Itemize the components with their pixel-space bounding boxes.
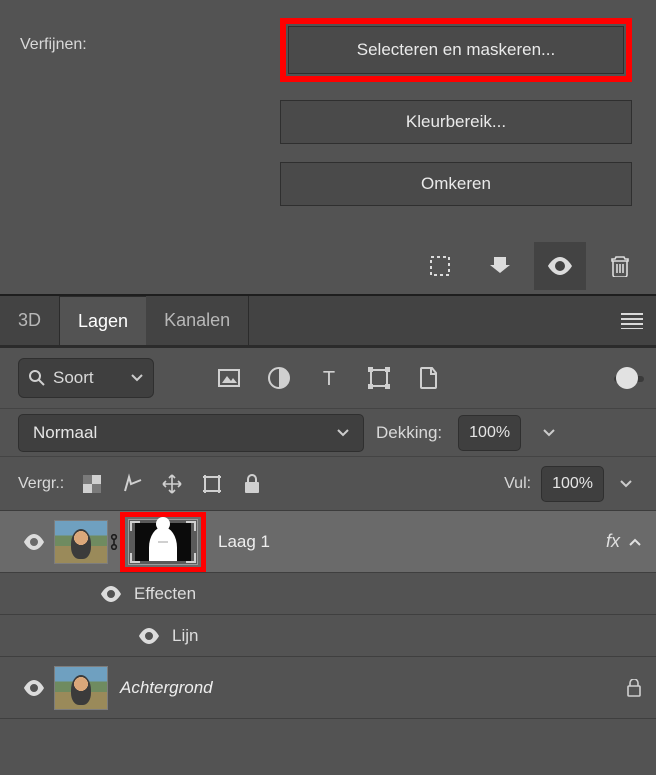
lock-row: Vergr.: Vul: 100% <box>0 456 656 510</box>
visibility-toggle[interactable] <box>138 628 160 644</box>
effects-row[interactable]: Effecten <box>0 573 656 615</box>
lock-label: Vergr.: <box>18 475 64 493</box>
layer-row-background[interactable]: Achtergrond <box>0 657 656 719</box>
layer-mask-highlight <box>120 512 206 572</box>
panel-tabs: 3D Lagen Kanalen <box>0 296 656 348</box>
filter-shape-icon[interactable] <box>366 365 392 391</box>
opacity-value[interactable]: 100% <box>458 415 521 451</box>
filter-smartobject-icon[interactable] <box>416 365 442 391</box>
filter-toggle-switch[interactable] <box>616 367 638 389</box>
filter-type-select[interactable]: Soort <box>18 358 154 398</box>
chevron-down-icon <box>131 373 143 383</box>
layers-list: Laag 1 fx Effecten Lijn Achtergrond <box>0 510 656 719</box>
layer-filter-row: Soort T <box>0 348 656 408</box>
delete-mask-icon[interactable] <box>594 242 646 290</box>
select-and-mask-highlight: Selecteren en maskeren... <box>280 18 632 82</box>
visibility-toggle[interactable] <box>14 534 54 550</box>
lock-position-icon[interactable] <box>160 472 184 496</box>
panel-menu-icon[interactable] <box>608 296 656 345</box>
fill-label[interactable]: Vul: <box>504 475 531 493</box>
effects-label: Effecten <box>134 584 196 604</box>
disable-mask-icon[interactable] <box>534 242 586 290</box>
refine-section: Verfijnen: Selecteren en maskeren... Kle… <box>0 0 656 224</box>
layer-mask-thumbnail[interactable] <box>128 519 198 565</box>
fill-chevron[interactable] <box>614 466 638 502</box>
layer-row-layer1[interactable]: Laag 1 fx <box>0 511 656 573</box>
visibility-toggle[interactable] <box>100 586 122 602</box>
filter-pixel-icon[interactable] <box>216 365 242 391</box>
filter-adjustment-icon[interactable] <box>266 365 292 391</box>
expand-effects-icon[interactable] <box>628 536 642 548</box>
svg-text:T: T <box>323 368 335 388</box>
layer-thumbnail[interactable] <box>54 666 108 710</box>
layer-thumbnail[interactable] <box>54 520 108 564</box>
load-selection-icon[interactable] <box>414 242 466 290</box>
visibility-toggle[interactable] <box>14 680 54 696</box>
lock-transparency-icon[interactable] <box>80 472 104 496</box>
opacity-chevron[interactable] <box>537 415 561 451</box>
filter-type-label: Soort <box>53 368 94 388</box>
invert-button[interactable]: Omkeren <box>280 162 632 206</box>
layer-name[interactable]: Achtergrond <box>120 678 626 698</box>
blend-mode-select[interactable]: Normaal <box>18 414 364 452</box>
lock-artboard-icon[interactable] <box>200 472 224 496</box>
mask-action-row <box>0 238 656 294</box>
opacity-label[interactable]: Dekking: <box>376 423 442 443</box>
chevron-down-icon <box>337 428 349 438</box>
tab-channels[interactable]: Kanalen <box>146 296 249 345</box>
effect-line-label: Lijn <box>172 626 198 646</box>
lock-all-icon[interactable] <box>240 472 264 496</box>
apply-mask-icon[interactable] <box>474 242 526 290</box>
color-range-button[interactable]: Kleurbereik... <box>280 100 632 144</box>
lock-icon <box>626 679 642 697</box>
refine-label: Verfijnen: <box>20 18 280 54</box>
fill-value[interactable]: 100% <box>541 466 604 502</box>
link-indicator <box>108 534 120 550</box>
blend-mode-value: Normaal <box>33 423 97 443</box>
layer-name[interactable]: Laag 1 <box>218 532 606 552</box>
effect-line-row[interactable]: Lijn <box>0 615 656 657</box>
filter-type-text-icon[interactable]: T <box>316 365 342 391</box>
tab-3d[interactable]: 3D <box>0 296 60 345</box>
select-and-mask-button[interactable]: Selecteren en maskeren... <box>288 26 624 74</box>
blend-row: Normaal Dekking: 100% <box>0 408 656 456</box>
search-icon <box>29 370 45 386</box>
lock-image-icon[interactable] <box>120 472 144 496</box>
tab-layers[interactable]: Lagen <box>60 296 146 345</box>
fx-badge: fx <box>606 531 620 552</box>
